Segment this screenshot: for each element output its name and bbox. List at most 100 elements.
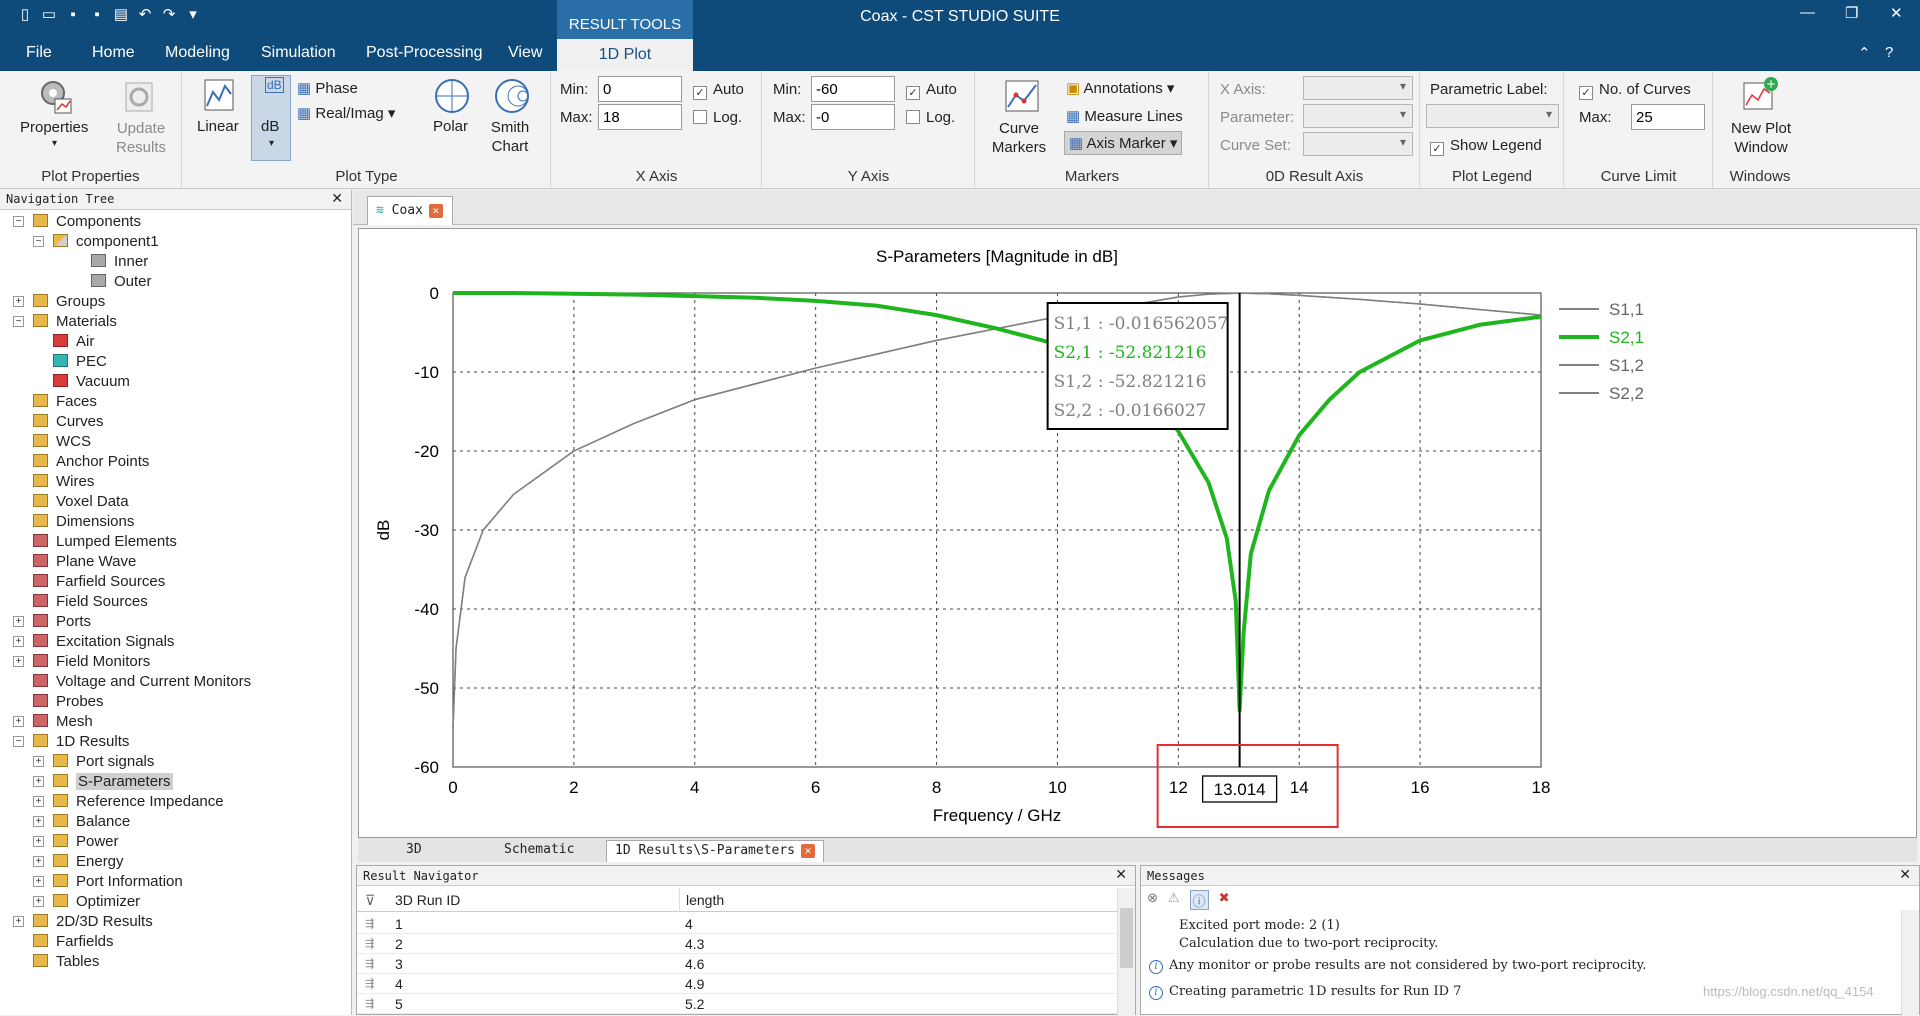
collapse-icon[interactable]: − <box>13 316 24 327</box>
y-log-checkbox[interactable]: Log. <box>906 109 955 126</box>
tree-item-reference-impedance[interactable]: + Reference Impedance <box>33 792 224 812</box>
tree-item-power[interactable]: + Power <box>33 832 119 852</box>
plot-area[interactable]: S-Parameters [Magnitude in dB] 0 2 4 6 8 10 12 1… <box>358 228 1917 838</box>
menu-file[interactable]: File <box>26 44 52 62</box>
new-plot-window-button[interactable]: New Plot Window <box>1726 119 1796 157</box>
expand-icon[interactable]: + <box>33 816 44 827</box>
menu-view[interactable]: View <box>508 44 542 62</box>
expand-icon[interactable]: + <box>33 856 44 867</box>
tree-item-farfields[interactable]: Farfields <box>33 932 114 952</box>
tree-item-mesh[interactable]: + Mesh <box>13 712 93 732</box>
tree-item-optimizer[interactable]: + Optimizer <box>33 892 140 912</box>
expand-icon[interactable]: + <box>13 656 24 667</box>
tree-item-energy[interactable]: + Energy <box>33 852 124 872</box>
close-icon[interactable]: ✕ <box>801 844 816 858</box>
tree-item-faces[interactable]: Faces <box>33 392 97 412</box>
minimize-icon[interactable]: — <box>1800 4 1815 21</box>
properties-dropdown-icon[interactable]: ▾ <box>52 138 57 149</box>
menu-simulation[interactable]: Simulation <box>261 44 336 62</box>
scrollbar-thumb[interactable] <box>1120 908 1133 968</box>
show-legend-checkbox[interactable]: ✓ Show Legend <box>1430 137 1542 156</box>
x-log-checkbox[interactable]: Log. <box>693 109 742 126</box>
tab-1d-plot[interactable]: 1D Plot <box>557 39 693 71</box>
column-header-length[interactable]: length <box>679 888 724 912</box>
tree-item-air[interactable]: Air <box>53 332 94 352</box>
tree-item-wcs[interactable]: WCS <box>33 432 91 452</box>
y-max-input[interactable] <box>811 104 895 130</box>
tree-item-probes[interactable]: Probes <box>33 692 104 712</box>
tree-item-voxel-data[interactable]: Voxel Data <box>33 492 129 512</box>
tab-1d-results[interactable]: 1D Results\S-Parameters ✕ <box>606 840 825 862</box>
clear-messages-icon[interactable]: ✖ <box>1219 890 1230 910</box>
tree-item-groups[interactable]: + Groups <box>13 292 105 312</box>
update-results-button[interactable]: Update Results <box>112 119 170 157</box>
tree-item-plane-wave[interactable]: Plane Wave <box>33 552 136 572</box>
close-icon[interactable]: ✕ <box>428 204 443 218</box>
expand-icon[interactable]: + <box>13 616 24 627</box>
expand-icon[interactable]: + <box>13 636 24 647</box>
vertical-scrollbar[interactable] <box>1117 888 1135 1016</box>
tree-item-ports[interactable]: + Ports <box>13 612 91 632</box>
ribbon-collapse-icon[interactable]: ⌃ <box>1858 44 1871 62</box>
y-auto-checkbox[interactable]: ✓ Auto <box>906 81 957 100</box>
collapse-icon[interactable]: − <box>13 736 24 747</box>
db-dropdown-icon[interactable]: ▾ <box>269 138 274 149</box>
close-icon[interactable]: ✕ <box>1115 867 1127 883</box>
close-icon[interactable]: ✕ <box>1890 4 1903 22</box>
collapse-icon[interactable]: − <box>13 216 24 227</box>
tree-item-components[interactable]: − Components <box>13 212 141 232</box>
tree-item-anchor-points[interactable]: Anchor Points <box>33 452 149 472</box>
table-row[interactable]: ⇶ 1 4 <box>357 914 1117 934</box>
polar-button[interactable]: Polar <box>433 118 468 135</box>
tree-item-tables[interactable]: Tables <box>33 952 99 972</box>
error-filter-icon[interactable]: ⊗ <box>1147 890 1158 910</box>
tree-item-lumped-elements[interactable]: Lumped Elements <box>33 532 177 552</box>
expand-icon[interactable]: + <box>33 836 44 847</box>
tree-item-vacuum[interactable]: Vacuum <box>53 372 130 392</box>
close-icon[interactable]: ✕ <box>1899 867 1911 883</box>
x-max-input[interactable] <box>598 104 682 130</box>
expand-icon[interactable]: + <box>13 296 24 307</box>
expand-icon[interactable]: + <box>13 916 24 927</box>
tree-item-materials[interactable]: − Materials <box>13 312 117 332</box>
tab-3d[interactable]: 3D <box>398 840 430 862</box>
help-icon[interactable]: ? <box>1885 44 1893 61</box>
warning-filter-icon[interactable]: ⚠ <box>1168 890 1180 910</box>
no-of-curves-checkbox[interactable]: ✓ No. of Curves <box>1579 81 1691 100</box>
menu-home[interactable]: Home <box>92 44 135 62</box>
db-button[interactable]: dB <box>261 118 279 135</box>
curve-markers-button[interactable]: Curve Markers <box>986 119 1052 157</box>
collapse-icon[interactable]: − <box>33 236 44 247</box>
parameter-select[interactable] <box>1303 104 1413 128</box>
tree-item-balance[interactable]: + Balance <box>33 812 130 832</box>
table-row[interactable]: ⇶ 5 5.2 <box>357 994 1117 1014</box>
tab-schematic[interactable]: Schematic <box>496 840 582 862</box>
tree-item-s-parameters[interactable]: + S-Parameters <box>33 772 173 792</box>
table-row[interactable]: ⇶ 4 4.9 <box>357 974 1117 994</box>
tree-item-outer[interactable]: Outer <box>91 272 152 292</box>
x-min-input[interactable] <box>598 76 682 102</box>
phase-button[interactable]: ▦ Phase <box>297 79 358 97</box>
s-parameter-chart[interactable]: S-Parameters [Magnitude in dB] 0 2 4 6 8 10 12 1… <box>359 229 1916 837</box>
menu-post-processing[interactable]: Post-Processing <box>366 44 483 62</box>
menu-modeling[interactable]: Modeling <box>165 44 230 62</box>
expand-icon[interactable]: + <box>13 716 24 727</box>
vertical-scrollbar[interactable] <box>1901 910 1919 1016</box>
tab-coax[interactable]: ≋ Coax ✕ <box>367 196 453 225</box>
tree-item-field-monitors[interactable]: + Field Monitors <box>13 652 150 672</box>
tree-item-1d-results[interactable]: − 1D Results <box>13 732 129 752</box>
tree-item-component1[interactable]: − component1 <box>33 232 159 252</box>
linear-button[interactable]: Linear <box>197 118 239 135</box>
x-auto-checkbox[interactable]: ✓ Auto <box>693 81 744 100</box>
info-filter-icon[interactable]: ⓘ <box>1189 890 1209 910</box>
properties-button[interactable]: Properties <box>20 119 88 136</box>
x-axis-select[interactable] <box>1303 76 1413 100</box>
expand-icon[interactable]: + <box>33 776 44 787</box>
axis-marker-button[interactable]: ▦ Axis Marker ▾ <box>1064 131 1183 155</box>
expand-icon[interactable]: + <box>33 796 44 807</box>
tree-item-farfield-sources[interactable]: Farfield Sources <box>33 572 165 592</box>
filter-icon[interactable]: ⊽ <box>365 888 375 912</box>
tree-item-pec[interactable]: PEC <box>53 352 107 372</box>
parametric-label-select[interactable] <box>1426 104 1559 128</box>
tree-item-wires[interactable]: Wires <box>33 472 94 492</box>
